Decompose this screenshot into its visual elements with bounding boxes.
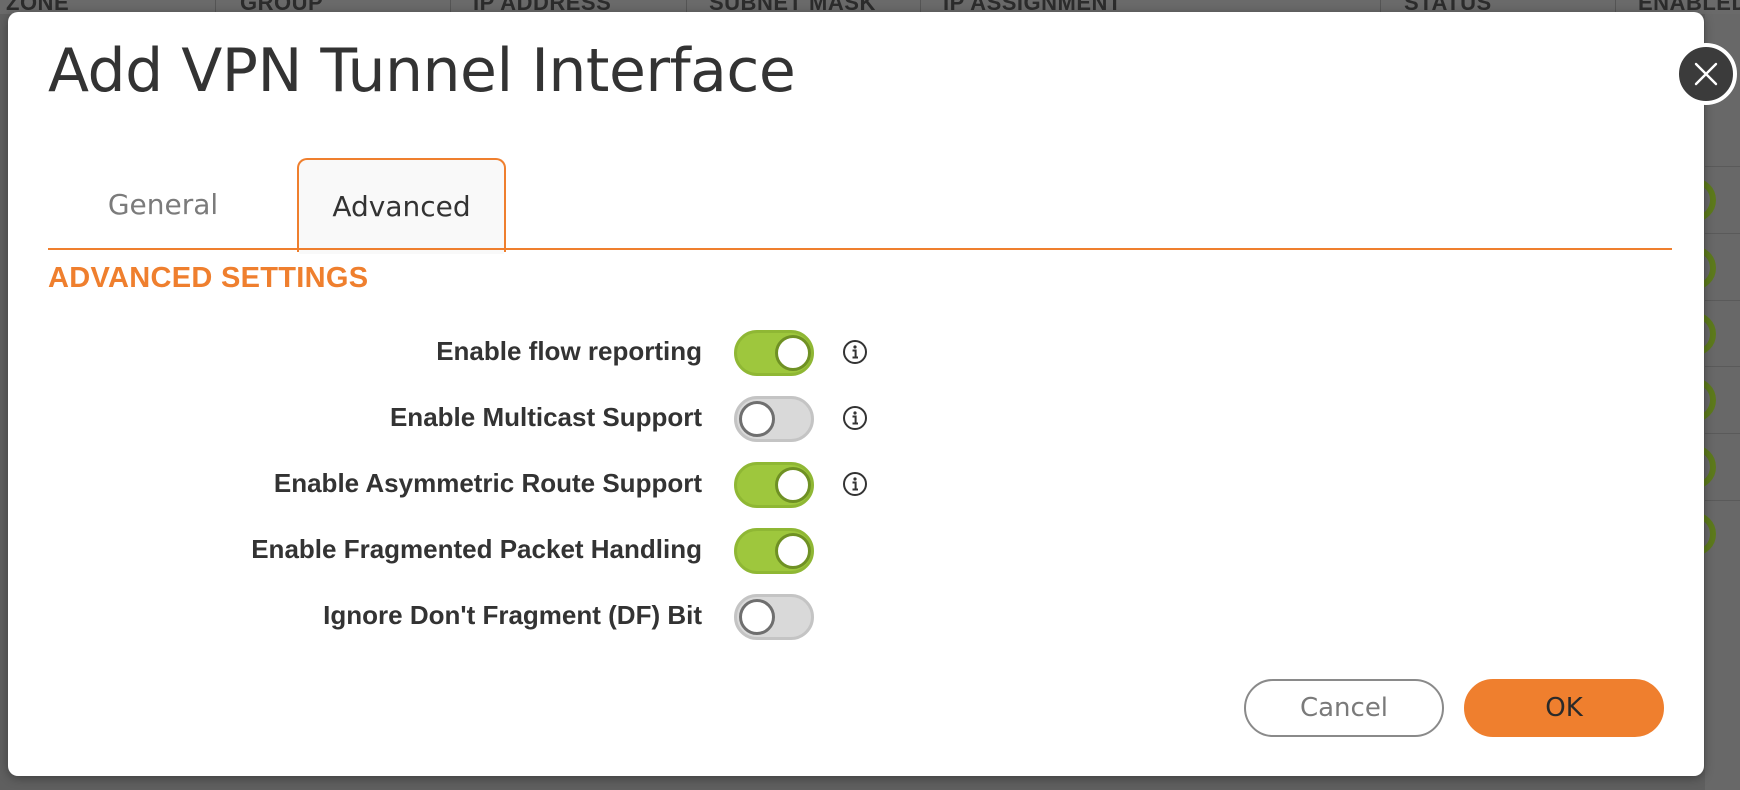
ok-button[interactable]: OK xyxy=(1464,679,1664,737)
setting-label: Enable Multicast Support xyxy=(389,402,702,432)
toggle-knob xyxy=(739,401,775,437)
asymmetric-route-support-toggle[interactable] xyxy=(734,462,814,508)
section-heading: ADVANCED SETTINGS xyxy=(48,262,369,294)
background-row-divider xyxy=(1705,500,1740,501)
ignore-df-bit-toggle[interactable] xyxy=(734,594,814,640)
info-icon[interactable] xyxy=(842,339,868,365)
flow-reporting-toggle[interactable] xyxy=(734,330,814,376)
setting-label: Enable flow reporting xyxy=(436,336,702,366)
setting-label: Enable Asymmetric Route Support xyxy=(273,468,702,498)
toggle-knob xyxy=(775,467,811,503)
setting-row-flow-reporting: Enable flow reporting xyxy=(8,330,908,378)
multicast-support-toggle[interactable] xyxy=(734,396,814,442)
background-row-divider xyxy=(1705,166,1740,167)
setting-row-fragmented-packet-handling: Enable Fragmented Packet Handling xyxy=(8,528,908,576)
background-row-divider xyxy=(1705,366,1740,367)
background-row-divider xyxy=(1705,233,1740,234)
tab-general[interactable]: General xyxy=(68,158,258,250)
background-row-divider xyxy=(1705,300,1740,301)
info-icon[interactable] xyxy=(842,471,868,497)
dialog-title: Add VPN Tunnel Interface xyxy=(48,36,796,106)
setting-row-ignore-df-bit: Ignore Don't Fragment (DF) Bit xyxy=(8,594,908,642)
setting-row-asymmetric-route-support: Enable Asymmetric Route Support xyxy=(8,462,908,510)
setting-label: Enable Fragmented Packet Handling xyxy=(251,534,702,564)
close-button[interactable] xyxy=(1675,43,1737,105)
add-vpn-tunnel-interface-dialog: Add VPN Tunnel Interface General Advance… xyxy=(8,12,1704,776)
close-icon xyxy=(1694,62,1718,86)
toggle-knob xyxy=(775,533,811,569)
cancel-button[interactable]: Cancel xyxy=(1244,679,1444,737)
toggle-knob xyxy=(775,335,811,371)
tab-underline xyxy=(48,248,1672,250)
background-row-divider xyxy=(1705,433,1740,434)
tab-bar: General Advanced xyxy=(48,158,1672,254)
fragmented-packet-handling-toggle[interactable] xyxy=(734,528,814,574)
setting-row-multicast-support: Enable Multicast Support xyxy=(8,396,908,444)
toggle-knob xyxy=(739,599,775,635)
tab-advanced[interactable]: Advanced xyxy=(297,158,506,254)
info-icon[interactable] xyxy=(842,405,868,431)
setting-label: Ignore Don't Fragment (DF) Bit xyxy=(323,600,702,630)
